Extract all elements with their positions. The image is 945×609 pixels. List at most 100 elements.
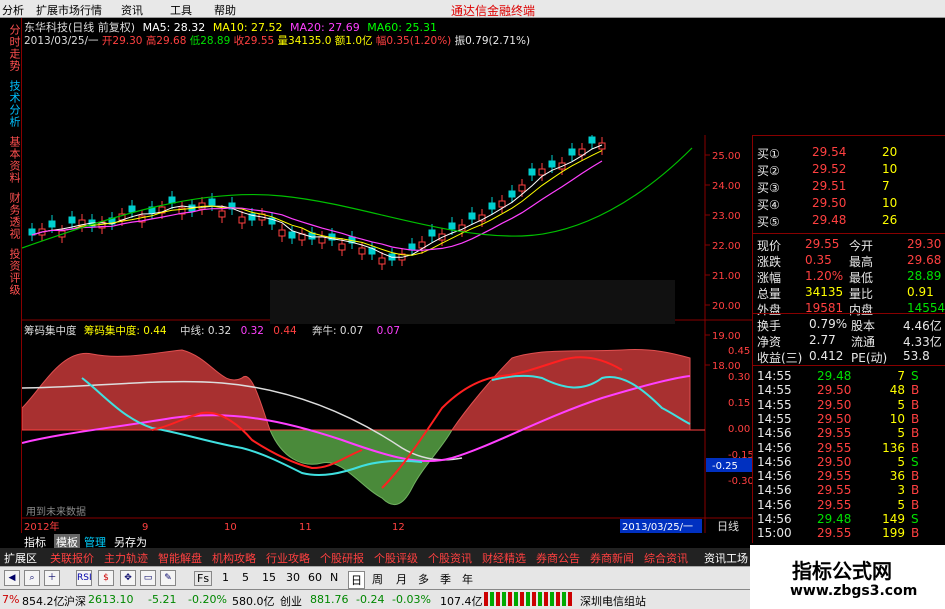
nav-stock-rating[interactable]: 个股评级 bbox=[374, 550, 418, 566]
bid-price: 29.48 bbox=[812, 213, 847, 227]
price-axis: 25.00 24.00 23.00 22.00 21.00 20.00 19.00 18.00 bbox=[705, 151, 741, 372]
period-30[interactable]: 30 bbox=[286, 571, 300, 584]
nav-broker-news[interactable]: 券商新闻 bbox=[590, 550, 634, 566]
candle-body bbox=[498, 200, 506, 208]
bid-price: 29.51 bbox=[812, 179, 847, 193]
nav-industry[interactable]: 行业攻略 bbox=[266, 550, 310, 566]
tick-price: 29.55 bbox=[817, 497, 852, 512]
market-heat-bar bbox=[484, 592, 574, 606]
stat-label-2: 量比 bbox=[849, 287, 874, 301]
candle-body bbox=[288, 231, 296, 239]
status-cy-value: 881.76 bbox=[310, 593, 349, 606]
nav-main-track[interactable]: 主力轨迹 bbox=[104, 550, 148, 566]
nav-info-factory[interactable]: 资讯工场 bbox=[704, 550, 748, 566]
stat-row: 涨幅 1.20% 最低 28.89 bbox=[757, 269, 942, 285]
period-1[interactable]: 1 bbox=[222, 571, 229, 584]
nav-smart-analysis[interactable]: 智能解盘 bbox=[158, 550, 202, 566]
status-sh-change: -5.21 bbox=[148, 593, 177, 606]
x-tick-label: 12 bbox=[392, 522, 405, 533]
rsi-icon[interactable]: RSI bbox=[76, 570, 92, 586]
menu-bar: 分析 扩展市场行情 资讯 工具 帮助 通达信金融终端 bbox=[0, 0, 945, 18]
tick-direction: B bbox=[911, 497, 920, 512]
tick-volume: 36 bbox=[889, 469, 905, 484]
nav-broker-notice[interactable]: 券商公告 bbox=[536, 550, 580, 566]
period-year[interactable]: 年 bbox=[462, 571, 473, 587]
bid-label: 买⑤ bbox=[757, 215, 780, 229]
tick-row: 14:55 29.50 10 B bbox=[757, 412, 942, 426]
pencil-icon[interactable]: ✎ bbox=[160, 570, 176, 586]
side-tab-profile[interactable]: 基本资料 bbox=[2, 136, 21, 184]
period-fs[interactable]: Fs bbox=[194, 571, 213, 586]
watermark-title: 指标公式网 bbox=[792, 559, 892, 583]
stat-value-2: 28.89 bbox=[907, 269, 942, 283]
stat-label: 涨跌 bbox=[757, 255, 782, 269]
menu-item-tools[interactable]: 工具 bbox=[170, 2, 192, 18]
period-quarter[interactable]: 季 bbox=[440, 571, 451, 587]
candle-body bbox=[508, 190, 516, 198]
candle-body bbox=[208, 198, 216, 206]
period-week[interactable]: 周 bbox=[372, 571, 383, 587]
nav-finance-pick[interactable]: 财经精选 bbox=[482, 550, 526, 566]
nav-stock-news[interactable]: 个股资讯 bbox=[428, 550, 472, 566]
indicator-legend-0: 筹码集中度: 0.44 bbox=[83, 325, 167, 337]
period-n[interactable]: N bbox=[330, 571, 338, 584]
nav-stock-research[interactable]: 个股研报 bbox=[320, 550, 364, 566]
period-month[interactable]: 月 bbox=[396, 571, 407, 587]
candle-body bbox=[588, 136, 596, 144]
tick-time: 14:56 bbox=[757, 454, 792, 469]
status-sh-pct: -0.20% bbox=[188, 593, 227, 606]
candle-body bbox=[538, 168, 546, 176]
screen-icon[interactable]: ▭ bbox=[140, 570, 156, 586]
indicator-tick-label: 0.15 bbox=[728, 398, 750, 409]
menu-item-news[interactable]: 资讯 bbox=[121, 2, 143, 18]
period-multi[interactable]: 多 bbox=[418, 571, 429, 587]
price-tick-label: 18.00 bbox=[712, 361, 741, 372]
bid-label: 买① bbox=[757, 147, 780, 161]
nav-ext-area[interactable]: 扩展区 bbox=[4, 550, 37, 566]
fund-label: 收益(三) bbox=[757, 351, 803, 365]
tick-price: 29.55 bbox=[817, 526, 852, 541]
fund-label-2: 流通 bbox=[851, 335, 876, 349]
menu-item-help[interactable]: 帮助 bbox=[214, 2, 236, 18]
chart-area[interactable]: 25.00 24.00 23.00 22.00 21.00 20.00 19.00 18.00… bbox=[22, 48, 752, 533]
period-60[interactable]: 60 bbox=[308, 571, 322, 584]
indicator-tick-label: -0.30 bbox=[728, 476, 752, 487]
status-cy-change: -0.24 bbox=[356, 593, 385, 606]
menu-item-analysis[interactable]: 分析 bbox=[2, 2, 24, 18]
tick-price: 29.55 bbox=[817, 440, 852, 455]
fund-value-2: 53.8 bbox=[903, 349, 930, 363]
tick-price: 29.50 bbox=[817, 454, 852, 469]
period-label[interactable]: 日线 bbox=[717, 519, 739, 533]
fund-label-2: PE(动) bbox=[851, 351, 888, 365]
move-icon[interactable]: ✥ bbox=[120, 570, 136, 586]
side-tab-minute[interactable]: 分时走势 bbox=[2, 24, 21, 72]
tick-price: 29.50 bbox=[817, 411, 852, 426]
candle-body bbox=[358, 247, 366, 255]
tick-row: 14:55 29.50 48 B bbox=[757, 383, 942, 397]
dollar-icon[interactable]: $ bbox=[98, 570, 114, 586]
back-icon[interactable]: ◀ bbox=[4, 570, 20, 586]
nav-related-quote[interactable]: 关联报价 bbox=[50, 550, 94, 566]
status-sh-label: 沪深 bbox=[64, 595, 86, 608]
tick-direction: B bbox=[911, 483, 920, 498]
nav-institution[interactable]: 机构攻略 bbox=[212, 550, 256, 566]
period-day[interactable]: 日 bbox=[348, 571, 365, 589]
zoom-icon[interactable]: ⌕ bbox=[24, 570, 40, 586]
period-5[interactable]: 5 bbox=[242, 571, 249, 584]
tick-direction: S bbox=[911, 512, 919, 526]
menu-item-ext-market[interactable]: 扩展市场行情 bbox=[36, 2, 102, 18]
price-tick-label: 23.00 bbox=[712, 211, 741, 222]
side-tab-technical[interactable]: 技术分析 bbox=[2, 80, 21, 128]
nav-general-news[interactable]: 综合资讯 bbox=[644, 550, 688, 566]
side-tab-finance[interactable]: 财务透视 bbox=[2, 192, 21, 240]
side-tab-rating[interactable]: 投资评级 bbox=[2, 248, 21, 296]
period-15[interactable]: 15 bbox=[262, 571, 276, 584]
info-change: 幅0.35(1.20%) bbox=[375, 35, 452, 47]
fund-label: 换手 bbox=[757, 319, 782, 333]
tick-time: 15:00 bbox=[757, 526, 792, 541]
candle-body bbox=[548, 160, 556, 168]
chart-mask-middle bbox=[270, 280, 675, 324]
status-server[interactable]: 深圳电信组站 bbox=[580, 593, 646, 609]
status-sh-amount: 580.0亿 bbox=[232, 595, 275, 608]
plus-icon[interactable]: ＋ bbox=[44, 570, 60, 586]
